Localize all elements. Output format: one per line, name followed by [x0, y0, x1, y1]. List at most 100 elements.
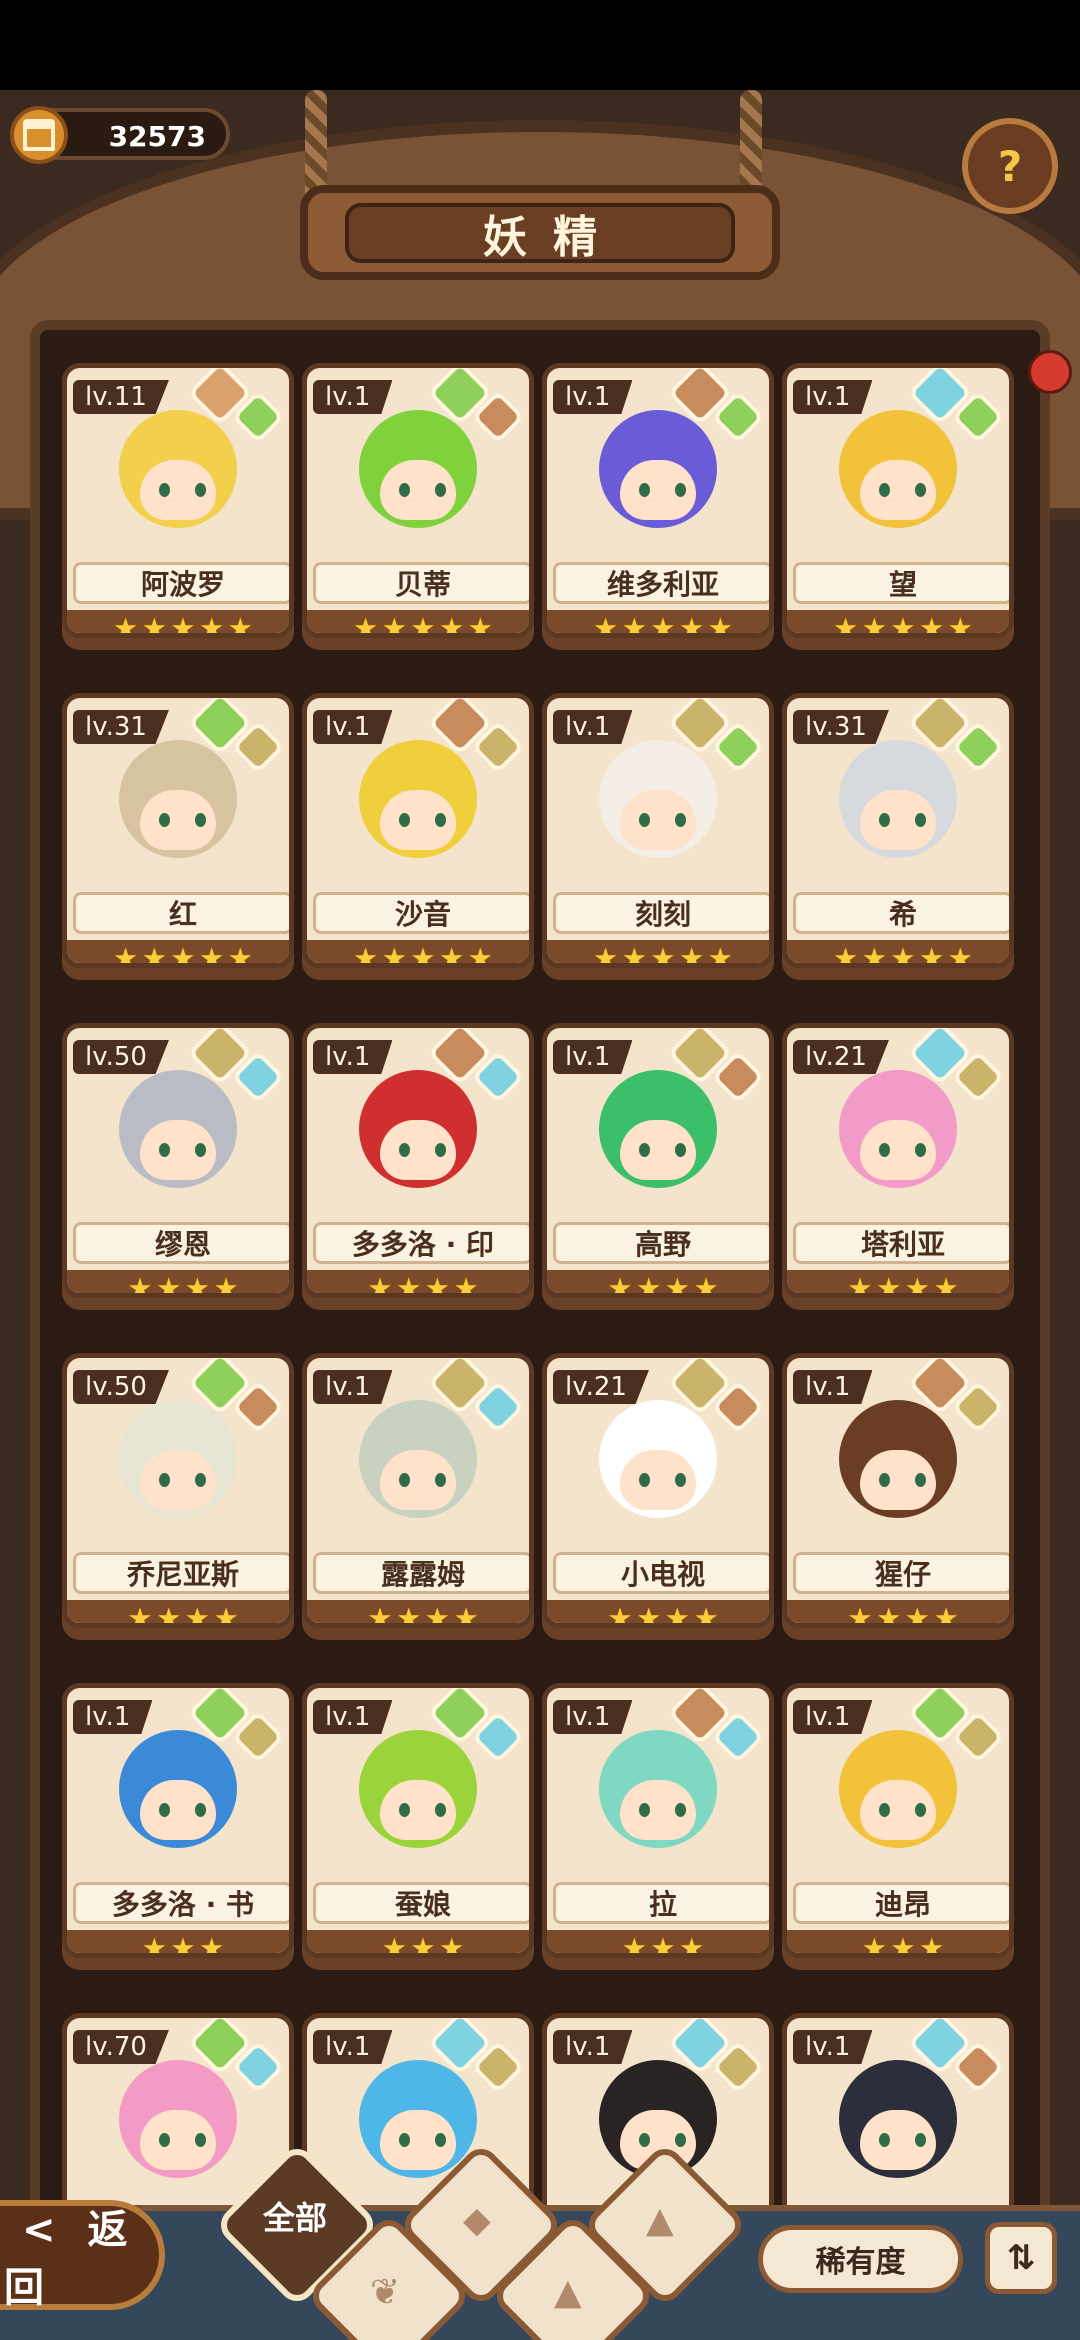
fairy-left-eye [879, 813, 890, 827]
fairy-left-eye [879, 1803, 890, 1817]
fairy-card-body: lv.1 维多利亚 ★★★★★ [542, 363, 774, 638]
fairy-right-eye [675, 1803, 686, 1817]
fairy-right-eye [915, 1803, 926, 1817]
fairy-left-eye [639, 483, 650, 497]
fairy-name: 红 [168, 898, 197, 931]
fairy-name-banner: 多多洛 · 印 [313, 1222, 529, 1264]
fire-icon: ▲ [646, 2200, 674, 2241]
fairy-card[interactable]: lv.1 多多洛 · 书 ★★★ [62, 1675, 294, 1977]
fairy-name-banner: 红 [73, 892, 289, 934]
fairy-star-rating: ★★★★ [547, 1600, 769, 1623]
fairy-card[interactable]: lv.1 蚕娘 ★★★ [302, 1675, 534, 1977]
fairy-star-rating: ★★★ [67, 1930, 289, 1953]
star-icons: ★★★ [859, 1929, 947, 1958]
fairy-card[interactable]: lv.1 迪昂 ★★★ [782, 1675, 1014, 1977]
fairy-card[interactable]: lv.1 拉 ★★★ [542, 1675, 774, 1977]
fairy-name: 贝蒂 [394, 568, 451, 601]
fairy-card[interactable]: lv.11 阿波罗 ★★★★★ [62, 355, 294, 657]
fairy-name: 多多洛 · 印 [351, 1228, 495, 1261]
ladybug-icon[interactable] [1028, 350, 1072, 394]
fairy-card[interactable]: lv.31 希 ★★★★★ [782, 685, 1014, 987]
fairy-star-rating: ★★★★★ [67, 940, 289, 963]
rarity-label: 稀有度 [815, 2245, 906, 2280]
fairy-left-eye [879, 1473, 890, 1487]
fairy-level: lv.1 [313, 380, 393, 414]
fairy-left-eye [399, 1803, 410, 1817]
fairy-card-body: lv.1 多多洛 · 书 ★★★ [62, 1683, 294, 1958]
fairy-name-banner: 蚕娘 [313, 1882, 529, 1924]
fairy-level: lv.1 [73, 1700, 153, 1734]
fairy-level: lv.31 [793, 710, 889, 744]
fairy-star-rating: ★★★ [307, 1929, 529, 1958]
fairy-card-body: lv.50 乔尼亚斯 ★★★★ [62, 1353, 294, 1628]
fairy-star-rating: ★★★★★ [307, 940, 529, 963]
fairy-card-body: lv.31 红 ★★★★★ [62, 693, 294, 968]
fairy-card[interactable]: lv.1 刻刻 ★★★★★ [542, 685, 774, 987]
fairy-card[interactable]: lv.1 高野 ★★★★ [542, 1015, 774, 1317]
fairy-card[interactable]: lv.1 露露姆 ★★★★ [302, 1345, 534, 1647]
coin-icon [10, 106, 68, 164]
fairy-left-eye [159, 483, 170, 497]
fairy-left-eye [159, 1473, 170, 1487]
fairy-star-rating: ★★★★★ [787, 610, 1009, 633]
fairy-star-rating: ★★★★ [787, 1270, 1009, 1293]
fairy-level: lv.31 [73, 710, 169, 744]
back-arrow-icon: < [22, 2207, 56, 2253]
fairy-right-eye [435, 2133, 446, 2147]
fairy-right-eye [915, 813, 926, 827]
fairy-name-banner: 拉 [553, 1882, 769, 1924]
fairy-card[interactable]: lv.1 猩仔 ★★★★ [782, 1345, 1014, 1647]
fairy-card[interactable]: lv.21 塔利亚 ★★★★ [782, 1015, 1014, 1317]
fairy-name: 望 [888, 568, 917, 601]
star-icons: ★★★★★ [591, 609, 735, 638]
fairy-card-body: lv.1 猩仔 ★★★★ [782, 1353, 1014, 1628]
fairy-card[interactable]: lv.1 贝蒂 ★★★★★ [302, 355, 534, 657]
fairy-name-banner: 迪昂 [793, 1882, 1009, 1924]
fairy-left-eye [639, 1473, 650, 1487]
fairy-star-rating: ★★★★ [787, 1599, 1009, 1628]
help-button[interactable]: ? [962, 118, 1058, 214]
fairy-card-body: lv.21 塔利亚 ★★★★ [782, 1023, 1014, 1298]
earth-icon: ▲ [554, 2272, 582, 2313]
star-icons: ★★★★ [845, 1599, 961, 1628]
fairy-left-eye [399, 2133, 410, 2147]
fairy-name-banner: 望 [793, 562, 1009, 604]
fairy-card[interactable]: lv.1 多多洛 · 印 ★★★★ [302, 1015, 534, 1317]
fairy-right-eye [915, 483, 926, 497]
fairy-card[interactable]: lv.1 维多利亚 ★★★★★ [542, 355, 774, 657]
fairy-name: 乔尼亚斯 [126, 1558, 239, 1591]
star-icons: ★★★★ [125, 1599, 241, 1628]
fairy-right-eye [675, 483, 686, 497]
fairy-name-banner: 缪恩 [73, 1222, 289, 1264]
fairy-card[interactable]: lv.21 小电视 ★★★★ [542, 1345, 774, 1647]
back-button[interactable]: < 返回 [0, 2200, 165, 2311]
fairy-left-eye [159, 813, 170, 827]
fairy-card[interactable]: lv.50 乔尼亚斯 ★★★★ [62, 1345, 294, 1647]
fairy-card[interactable]: lv.50 缪恩 ★★★★ [62, 1015, 294, 1317]
fairy-card[interactable]: lv.31 红 ★★★★★ [62, 685, 294, 987]
fairy-name-banner: 猩仔 [793, 1552, 1009, 1594]
fairy-card[interactable]: lv.1 沙音 ★★★★★ [302, 685, 534, 987]
fairy-level: lv.1 [553, 2030, 633, 2064]
star-icons: ★★★ [379, 1929, 467, 1958]
star-icons: ★★★★ [605, 1269, 721, 1298]
fairy-star-rating: ★★★★ [67, 1599, 289, 1628]
fairy-name: 希 [888, 898, 917, 931]
fairy-name-banner: 维多利亚 [553, 562, 769, 604]
fairy-right-eye [195, 813, 206, 827]
fairy-card[interactable]: lv.1 望 ★★★★★ [782, 355, 1014, 657]
sort-order-button[interactable]: ⇅ [985, 2222, 1057, 2294]
fairy-left-eye [399, 813, 410, 827]
fairy-card-body: lv.1 望 ★★★★★ [782, 363, 1014, 638]
fairy-name-banner: 沙音 [313, 892, 529, 934]
fairy-right-eye [195, 1803, 206, 1817]
fairy-name: 露露姆 [380, 1558, 465, 1591]
coin-amount: 32573 [108, 120, 206, 153]
fairy-card-body: lv.31 希 ★★★★★ [782, 693, 1014, 968]
fairy-right-eye [435, 1473, 446, 1487]
fairy-name-banner: 希 [793, 892, 1009, 934]
coin-counter: 32573 [10, 106, 230, 164]
fairy-card-body: lv.50 缪恩 ★★★★ [62, 1023, 294, 1298]
rarity-sort-button[interactable]: 稀有度 [758, 2225, 963, 2293]
fairy-star-rating: ★★★★ [67, 1270, 289, 1293]
